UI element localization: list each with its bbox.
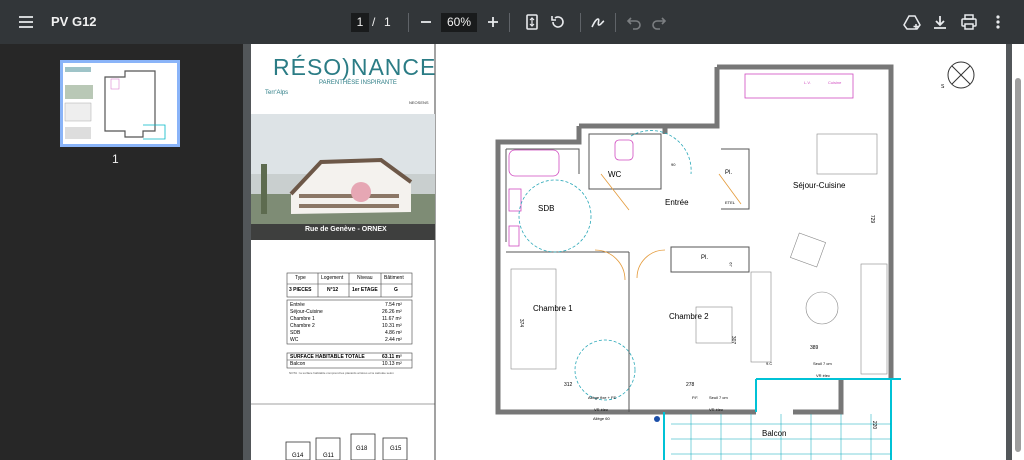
dimension-label: 389 [810, 345, 819, 351]
room-label-placard: Pl. [701, 255, 709, 261]
toolbar-divider [509, 13, 510, 32]
menu-icon[interactable] [14, 10, 38, 34]
undo-icon[interactable] [622, 10, 646, 34]
rotate-icon[interactable] [546, 10, 570, 34]
plan-note: Seuil 7 cm [709, 395, 728, 400]
plan-note: P.F. [692, 395, 699, 400]
room-area: 4.86 m² [385, 330, 402, 336]
thumbnail-sidebar: 1 [0, 44, 243, 460]
page-total: 1 [384, 15, 391, 29]
room-name: Chambre 2 [290, 323, 315, 329]
room-name: Séjour-Cuisine [290, 309, 323, 315]
dimension-label: 729 [869, 214, 876, 224]
zoom-input[interactable]: 60% [441, 13, 477, 32]
page-number-input[interactable]: 1 [351, 13, 369, 32]
info-value-batiment: G [394, 287, 398, 293]
room-label-chambre-2: Chambre 2 [669, 312, 709, 321]
room-name: Chambre 1 [290, 316, 315, 322]
key-plan-label: G15 [390, 446, 402, 452]
room-name: WC [290, 337, 299, 343]
info-value-niveau: 1er ETAGE [352, 287, 378, 293]
thumbnail-page-number: 1 [112, 152, 119, 166]
total-area-label: SURFACE HABITABLE TOTALE [290, 354, 365, 360]
info-header-niveau: Niveau [357, 275, 373, 281]
info-header-type: Type [295, 275, 306, 281]
fit-page-icon[interactable] [520, 10, 544, 34]
zoom-in-icon[interactable] [481, 10, 505, 34]
dimension-label: 67 [728, 262, 734, 267]
pdf-toolbar: PV G12 1 / 1 60% [0, 0, 1024, 44]
brand-logo: RÉSO)NANCE [273, 54, 437, 80]
info-value-type: 3 PIECES [289, 287, 312, 293]
pdf-page: RÉSO)NANCE PARENTHÈSE INSPIRANTE Terr'Al… [251, 44, 1006, 460]
dimension-label: 312 [564, 382, 573, 388]
print-icon[interactable] [957, 10, 981, 34]
room-name: SDB [290, 330, 301, 336]
more-options-icon[interactable] [986, 10, 1010, 34]
promoter-logo-left: Terr'Alps [265, 90, 289, 96]
zoom-out-icon[interactable] [414, 10, 438, 34]
room-label-sdb: SDB [538, 204, 555, 213]
scrollbar-thumb[interactable] [1015, 78, 1021, 452]
document-title: PV G12 [51, 14, 97, 29]
room-area: 11.67 m² [382, 316, 402, 322]
plan-note: VR élec [594, 407, 609, 412]
toolbar-divider [408, 13, 409, 32]
add-to-drive-icon[interactable] [900, 10, 924, 34]
info-header-batiment: Bâtiment [384, 275, 404, 281]
plan-note: Cuisine [828, 80, 842, 85]
balcony-area-value: 10.13 m² [382, 361, 402, 367]
plan-note: VR élec [816, 373, 831, 378]
dimension-label: 278 [686, 382, 695, 388]
plan-note: Allège fixe + FE [588, 395, 617, 400]
room-area: 2.44 m² [385, 337, 402, 343]
plan-note: 9.C [766, 361, 773, 366]
room-label-placard: Pl. [725, 170, 733, 176]
room-label-entree: Entrée [665, 198, 689, 207]
toolbar-divider [615, 13, 616, 32]
dimension-label: 374 [518, 318, 525, 328]
toolbar-divider [580, 13, 581, 32]
room-label-etel: ETEL [725, 200, 736, 205]
total-area-value: 63.11 m² [382, 354, 402, 360]
address-banner: Rue de Genève - ORNEX [305, 226, 387, 233]
info-value-logement: N°12 [327, 287, 339, 293]
room-name: Entrée [290, 302, 305, 308]
area-note: NOTA : la surface habitable comprend les… [289, 371, 394, 375]
room-label-balcon: Balcon [762, 429, 787, 438]
balcony-area-label: Balcon [290, 361, 306, 367]
plan-note: L.V. [804, 80, 811, 85]
floor-plan-sheet [251, 44, 975, 460]
page-separator: / [372, 15, 376, 29]
dimension-label: 307 [730, 335, 737, 345]
key-plan-label: G11 [323, 453, 334, 459]
promoter-logo-right: NEOSENS [409, 100, 429, 105]
plan-note: Seuil 7 cm [813, 361, 832, 366]
vertical-scrollbar[interactable] [1012, 44, 1024, 460]
document-viewer[interactable]: RÉSO)NANCE PARENTHÈSE INSPIRANTE Terr'Al… [243, 44, 1024, 460]
room-area: 10.31 m² [382, 323, 402, 329]
plan-note: VR élec [709, 407, 724, 412]
room-label-wc: WC [608, 170, 622, 179]
room-label-sejour: Séjour-Cuisine [793, 181, 846, 190]
room-area: 26.26 m² [382, 309, 402, 315]
dimension-label: 220 [871, 420, 878, 430]
room-area: 7.54 m² [385, 302, 402, 308]
dimension-label: 90 [671, 162, 676, 167]
compass-label: S [941, 84, 945, 90]
draw-icon[interactable] [586, 10, 610, 34]
room-label-chambre-1: Chambre 1 [533, 304, 573, 313]
key-plan-label: G14 [292, 453, 304, 459]
plan-note: Allège 60 [593, 416, 610, 421]
info-header-logement: Logement [321, 275, 344, 281]
page-thumbnail[interactable] [60, 60, 180, 147]
key-plan-label: G18 [356, 446, 368, 452]
redo-icon[interactable] [647, 10, 671, 34]
brand-tagline: PARENTHÈSE INSPIRANTE [319, 80, 397, 86]
download-icon[interactable] [928, 10, 952, 34]
